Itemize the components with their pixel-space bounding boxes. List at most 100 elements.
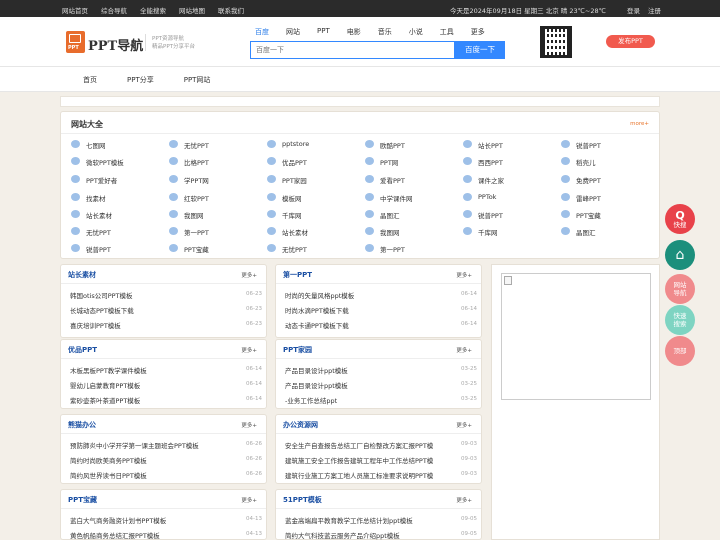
site-link[interactable]: 中学课件网 bbox=[365, 192, 460, 204]
list-item[interactable]: 黄色帆船商务总结汇报PPT模板 04-13 bbox=[70, 530, 262, 540]
panel-title[interactable]: 熊猫办公 bbox=[68, 420, 96, 430]
list-item[interactable]: 预防肺炎中小学开学第一课主题班会PPT模板 06-26 bbox=[70, 440, 262, 450]
back-to-top-button[interactable]: 顶部 bbox=[665, 336, 695, 366]
site-link[interactable]: 优品PPT bbox=[267, 156, 362, 168]
panel-title[interactable]: 51PPT模板 bbox=[283, 495, 322, 505]
site-link[interactable]: 课件之家 bbox=[463, 174, 558, 186]
nav-item-ppt-sites[interactable]: PPT网站 bbox=[184, 75, 211, 85]
home-button[interactable]: ⌂ bbox=[665, 240, 695, 270]
site-link[interactable]: 晶图汇 bbox=[365, 209, 460, 221]
site-link[interactable]: 七图网 bbox=[71, 139, 166, 151]
site-link[interactable]: 微软PPT模板 bbox=[71, 156, 166, 168]
list-item[interactable]: 蓝白大气商务融资计划书PPT模板 04-13 bbox=[70, 515, 262, 525]
list-item[interactable]: 动态卡通PPT模板下载 06-14 bbox=[285, 320, 477, 330]
panel-more-link[interactable]: 更多+ bbox=[456, 496, 472, 504]
site-link[interactable]: 红软PPT bbox=[169, 192, 264, 204]
site-link[interactable]: PPT家园 bbox=[267, 174, 362, 186]
site-link[interactable]: PPT爱好者 bbox=[71, 174, 166, 186]
site-link[interactable]: 我图网 bbox=[365, 226, 460, 238]
site-nav-button[interactable]: 网站导航 bbox=[665, 274, 695, 304]
panel-more-link[interactable]: 更多+ bbox=[241, 346, 257, 354]
list-item[interactable]: 建筑行业施工方案工地人员施工标准要求说明PPT模 09-03 bbox=[285, 470, 477, 480]
site-link[interactable]: 爱看PPT bbox=[365, 174, 460, 186]
site-link[interactable]: 站长素材 bbox=[71, 209, 166, 221]
site-link[interactable]: 站长PPT bbox=[463, 139, 558, 151]
list-item[interactable]: 建筑施工安全工作报告建筑工程年中工作总结PPT模 09-03 bbox=[285, 455, 477, 465]
panel-title[interactable]: 第一PPT bbox=[283, 270, 312, 280]
quick-search-button[interactable]: Q 快搜 bbox=[665, 204, 695, 234]
fast-search-button[interactable]: 快速搜索 bbox=[665, 305, 695, 335]
search-tab-tools[interactable]: 工具 bbox=[440, 27, 454, 37]
site-link[interactable]: 找素材 bbox=[71, 192, 166, 204]
site-link[interactable]: 锐普PPT bbox=[561, 139, 656, 151]
post-ppt-button[interactable]: 发布PPT bbox=[606, 35, 655, 48]
top-link-home[interactable]: 网站首页 bbox=[62, 5, 88, 15]
nav-item-home[interactable]: 首页 bbox=[83, 75, 97, 85]
search-tab-music[interactable]: 音乐 bbox=[378, 27, 392, 37]
site-link[interactable]: 稻壳儿 bbox=[561, 156, 656, 168]
nav-item-ppt-share[interactable]: PPT分享 bbox=[127, 75, 154, 85]
list-item[interactable]: 简约大气科技蓝云服务产品介绍ppt模板 09-05 bbox=[285, 530, 477, 540]
site-link[interactable]: 我图网 bbox=[169, 209, 264, 221]
site-link[interactable]: 锐普PPT bbox=[71, 243, 166, 255]
site-link[interactable]: PPT网 bbox=[365, 156, 460, 168]
list-item[interactable]: 简约时尚欧美商务PPT模板 06-26 bbox=[70, 455, 262, 465]
panel-more-link[interactable]: 更多+ bbox=[241, 496, 257, 504]
panel-title[interactable]: PPT家园 bbox=[283, 345, 312, 355]
site-link[interactable]: 第一PPT bbox=[169, 226, 264, 238]
list-item[interactable]: 韩国otis公司PPT模板 06-23 bbox=[70, 290, 262, 300]
list-item[interactable]: 简约风世界读书日PPT模板 06-26 bbox=[70, 470, 262, 480]
site-link[interactable]: 千库网 bbox=[267, 209, 362, 221]
site-link[interactable]: 第一PPT bbox=[365, 243, 460, 255]
site-link[interactable]: PPT宝藏 bbox=[169, 243, 264, 255]
site-link[interactable]: 无忧PPT bbox=[267, 243, 362, 255]
site-link[interactable]: 锐普PPT bbox=[463, 209, 558, 221]
search-tab-more[interactable]: 更多 bbox=[471, 27, 485, 37]
top-link-nav[interactable]: 综合导航 bbox=[101, 5, 127, 15]
top-link-search[interactable]: 全能搜索 bbox=[140, 5, 166, 15]
search-tab-ppt[interactable]: PPT bbox=[317, 27, 330, 37]
panel-more-link[interactable]: 更多+ bbox=[241, 271, 257, 279]
site-link[interactable]: 模板网 bbox=[267, 192, 362, 204]
list-item[interactable]: 木板黑板PPT教学课件模板 06-14 bbox=[70, 365, 262, 375]
list-item[interactable]: 长城动态PPT模板下载 06-23 bbox=[70, 305, 262, 315]
list-item[interactable]: 时尚的矢量风格ppt模板 06-14 bbox=[285, 290, 477, 300]
panel-title[interactable]: 优品PPT bbox=[68, 345, 97, 355]
site-link[interactable]: 无忧PPT bbox=[169, 139, 264, 151]
search-button[interactable]: 百度一下 bbox=[455, 41, 505, 59]
panel-more-link[interactable]: 更多+ bbox=[241, 421, 257, 429]
site-link[interactable]: 比格PPT bbox=[169, 156, 264, 168]
site-directory-more-link[interactable]: more+ bbox=[630, 121, 649, 127]
site-link[interactable]: 站长素材 bbox=[267, 226, 362, 238]
list-item[interactable]: -业务工作总结ppt 03-25 bbox=[285, 395, 477, 405]
site-link[interactable]: 西西PPT bbox=[463, 156, 558, 168]
panel-more-link[interactable]: 更多+ bbox=[456, 421, 472, 429]
panel-title[interactable]: 办公资源网 bbox=[283, 420, 318, 430]
site-link[interactable]: PPT宝藏 bbox=[561, 209, 656, 221]
list-item[interactable]: 婴幼儿启蒙教育PPT模板 06-14 bbox=[70, 380, 262, 390]
top-link-contact[interactable]: 联系我们 bbox=[218, 5, 244, 15]
search-tab-site[interactable]: 网站 bbox=[286, 27, 300, 37]
register-link[interactable]: 注册 bbox=[648, 5, 661, 15]
panel-more-link[interactable]: 更多+ bbox=[456, 346, 472, 354]
panel-more-link[interactable]: 更多+ bbox=[456, 271, 472, 279]
list-item[interactable]: 产品目录设计ppt模板 03-25 bbox=[285, 380, 477, 390]
list-item[interactable]: 紫砂壶茶叶茶道PPT模板 06-14 bbox=[70, 395, 262, 405]
site-link[interactable]: PPTok bbox=[463, 192, 558, 204]
list-item[interactable]: 产品目录设计ppt模板 03-25 bbox=[285, 365, 477, 375]
top-link-sitemap[interactable]: 网站地图 bbox=[179, 5, 205, 15]
site-link[interactable]: pptstore bbox=[267, 139, 362, 151]
site-logo-text[interactable]: PPT导航 bbox=[88, 35, 143, 54]
site-link[interactable]: 学PPT网 bbox=[169, 174, 264, 186]
search-tab-novel[interactable]: 小说 bbox=[409, 27, 423, 37]
site-link[interactable]: 千库网 bbox=[463, 226, 558, 238]
search-input[interactable] bbox=[251, 42, 454, 58]
site-link[interactable]: 晶图汇 bbox=[561, 226, 656, 238]
list-item[interactable]: 喜庆培训PPT模板 06-23 bbox=[70, 320, 262, 330]
site-link[interactable]: 无忧PPT bbox=[71, 226, 166, 238]
panel-title[interactable]: 站长素材 bbox=[68, 270, 96, 280]
ad-image-placeholder[interactable] bbox=[501, 273, 651, 400]
ppt-logo-icon[interactable]: PPT bbox=[66, 31, 85, 53]
list-item[interactable]: 时尚水滴PPT模板下载 06-14 bbox=[285, 305, 477, 315]
list-item[interactable]: 蓝金高端扁平教育教学工作总结计划ppt模板 09-05 bbox=[285, 515, 477, 525]
